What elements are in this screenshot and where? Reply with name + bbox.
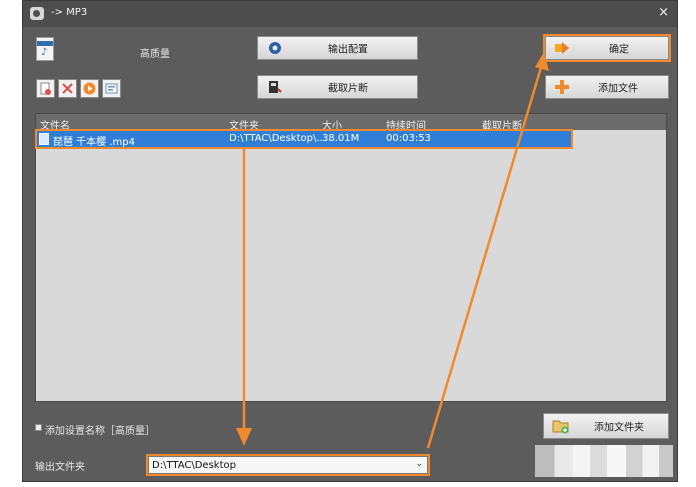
col-duration[interactable]: 持续时间 [386, 117, 426, 132]
output-folder-value: D:\TTAC\Desktop [152, 460, 236, 471]
checkbox-box[interactable] [35, 424, 42, 431]
add-folder-button[interactable]: 添加文件夹 [543, 413, 669, 439]
add-file-button[interactable]: 添加文件 [545, 75, 669, 99]
output-config-button[interactable]: 输出配置 [257, 36, 418, 60]
play-icon[interactable] [80, 79, 99, 98]
col-folder[interactable]: 文件夹 [229, 117, 259, 132]
add-file-label: 添加文件 [598, 83, 638, 95]
window-title: -> MP3 [51, 7, 88, 18]
remove-icon[interactable] [36, 79, 55, 98]
ok-label: 确定 [609, 44, 629, 56]
gear-icon [269, 42, 281, 54]
close-icon[interactable]: × [658, 5, 669, 20]
add-setting-name-label: 添加设置名称［高质量］ [45, 426, 155, 437]
quality-label: 高质量 [140, 49, 170, 60]
clear-icon[interactable] [58, 79, 77, 98]
row-duration: 00:03:53 [386, 133, 431, 144]
row-size: 38.01M [322, 133, 360, 144]
file-list[interactable]: 文件名 文件夹 大小 持续时间 截取片断 琵琶 千本樱 .mp4 D:\TTAC… [35, 113, 667, 402]
add-folder-label: 添加文件夹 [594, 422, 644, 434]
clip-button[interactable]: 截取片断 [257, 75, 418, 99]
video-file-icon [39, 133, 49, 145]
chevron-down-icon[interactable]: ⌄ [415, 459, 423, 469]
add-plus-icon [555, 80, 569, 94]
output-folder-select[interactable]: D:\TTAC\Desktop ⌄ [146, 454, 430, 476]
col-filename[interactable]: 文件名 [40, 117, 70, 132]
file-list-header: 文件名 文件夹 大小 持续时间 截取片断 [36, 114, 666, 132]
add-folder-icon [552, 420, 569, 434]
mp3-format-icon: ♪ [36, 37, 54, 61]
output-config-label: 输出配置 [328, 44, 368, 56]
row-filename: 琵琶 千本樱 .mp4 [53, 137, 135, 148]
output-folder-label: 输出文件夹 [35, 462, 85, 473]
ok-button[interactable]: 确定 [543, 34, 671, 62]
blurred-watermark [535, 445, 673, 477]
app-icon [30, 7, 44, 20]
film-cut-icon [269, 81, 282, 93]
title-bar: -> MP3 × [23, 1, 677, 27]
info-icon[interactable] [102, 79, 121, 98]
confirm-arrow-icon [555, 42, 569, 54]
mp3-converter-window: -> MP3 × ♪ 高质量 输出配置 截取片断 确定 添加文件 文件名 文件夹… [22, 0, 678, 482]
clip-label: 截取片断 [328, 83, 368, 95]
table-row[interactable]: 琵琶 千本樱 .mp4 D:\TTAC\Desktop\... 38.01M 0… [35, 129, 573, 149]
row-folder: D:\TTAC\Desktop\... [229, 133, 326, 144]
col-size[interactable]: 大小 [322, 117, 342, 132]
col-clip[interactable]: 截取片断 [482, 117, 522, 132]
